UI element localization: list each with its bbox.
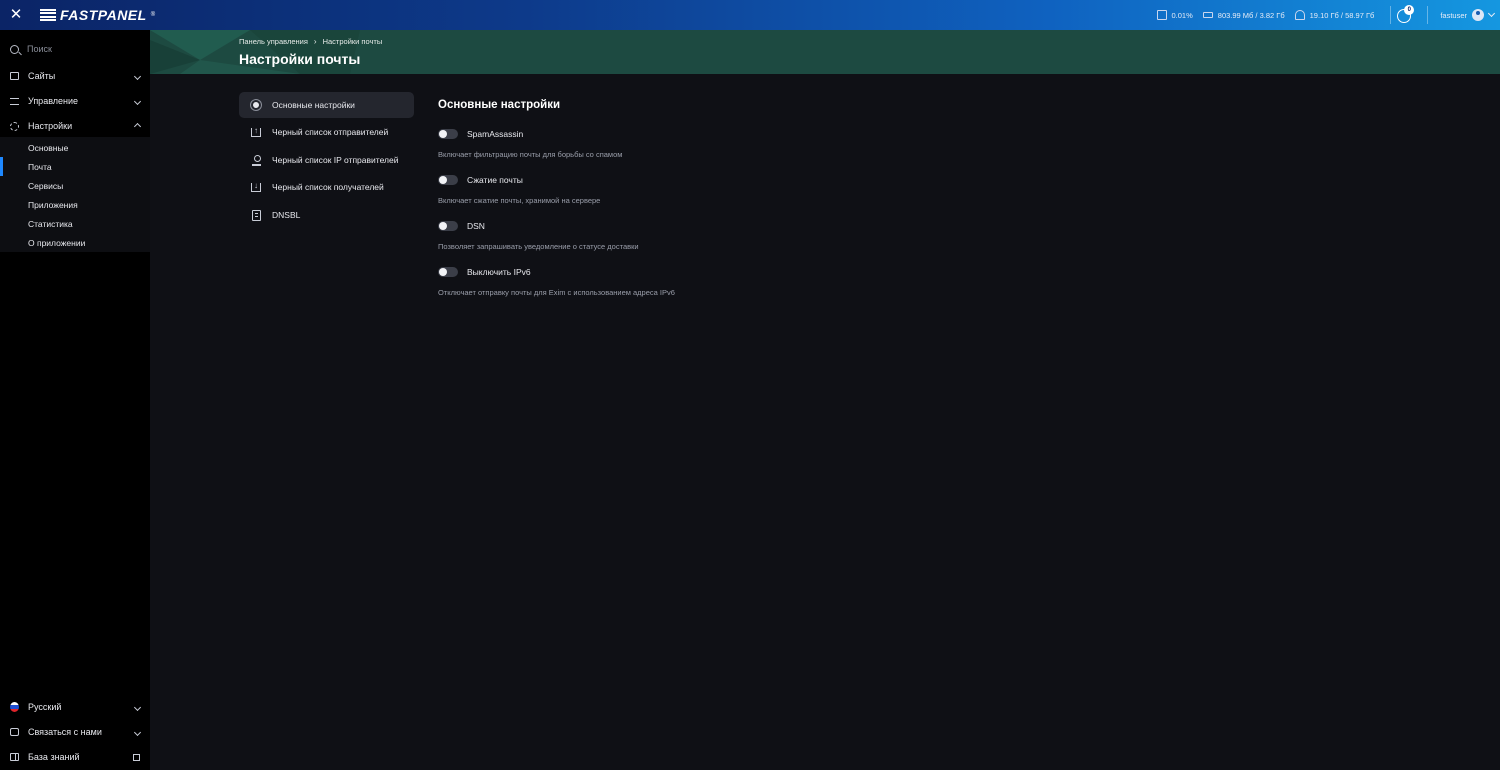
avatar <box>1472 9 1484 21</box>
language-label: Русский <box>28 702 62 712</box>
search-input[interactable] <box>27 44 127 54</box>
sidebar-subitem-basic[interactable]: Основные <box>0 138 150 157</box>
username: fastuser <box>1440 10 1467 20</box>
list-icon <box>251 209 261 221</box>
cpu-value: 0.01% <box>1171 10 1193 20</box>
server-stats: 0.01% 803.99 Мб / 3.82 Гб 19.10 Гб / 58.… <box>1156 0 1500 30</box>
disk-stat: 19.10 Гб / 58.97 Гб <box>1294 10 1375 20</box>
chevron-down-icon <box>1487 9 1496 18</box>
breadcrumb-item-current: Настройки почты <box>322 37 383 46</box>
notifications-button[interactable]: 0 <box>1397 5 1415 23</box>
memory-stat: 803.99 Мб / 3.82 Гб <box>1202 10 1285 20</box>
chevron-down-icon <box>133 728 142 737</box>
user-menu[interactable]: fastuser <box>1440 9 1496 21</box>
russian-flag-icon <box>10 702 19 712</box>
cpu-icon <box>1156 10 1167 20</box>
sidebar-subitem-mail[interactable]: Почта <box>0 157 150 176</box>
chat-icon <box>10 728 19 736</box>
divider <box>1390 6 1392 24</box>
search-icon <box>10 44 19 54</box>
setting-dsn: DSN Позволяет запрашивать уведомление о … <box>438 219 1038 251</box>
menu-item-sender-blacklist[interactable]: ↑ Черный список отправителей <box>239 119 414 145</box>
circle-dot-icon <box>253 102 259 108</box>
gear-icon <box>10 121 19 131</box>
page-header: Панель управления › Настройки почты Наст… <box>150 30 1500 74</box>
sidebar-subitem-services[interactable]: Сервисы <box>0 176 150 195</box>
sidebar-item-label: Сайты <box>28 71 56 81</box>
ip-pin-icon <box>251 154 261 166</box>
menu-item-ip-blacklist[interactable]: Черный список IP отправителей <box>239 147 414 173</box>
breadcrumb-separator-icon: › <box>313 37 317 46</box>
sidebar-item-management[interactable]: Управление <box>0 90 150 112</box>
menu-item-dnsbl[interactable]: DNSBL <box>239 202 414 228</box>
divider <box>1427 6 1429 24</box>
memory-icon <box>1202 12 1213 18</box>
setting-label: DSN <box>467 221 485 231</box>
setting-mail-compression: Сжатие почты Включает сжатие почты, хран… <box>438 173 1038 205</box>
knowledge-base-label: База знаний <box>28 752 80 762</box>
download-icon: ↓ <box>251 181 261 192</box>
breadcrumb: Панель управления › Настройки почты <box>239 37 382 46</box>
setting-description: Позволяет запрашивать уведомление о стат… <box>438 242 639 251</box>
language-selector[interactable]: Русский <box>0 696 150 718</box>
mail-compression-toggle[interactable] <box>438 175 458 185</box>
logo[interactable]: FASTPANEL ® <box>40 6 155 24</box>
menu-item-label: Основные настройки <box>272 100 355 110</box>
knowledge-base-link[interactable]: База знаний <box>0 746 150 768</box>
upload-icon: ↑ <box>251 126 261 137</box>
close-icon[interactable]: ✕ <box>8 7 24 23</box>
disk-value: 19.10 Гб / 58.97 Гб <box>1309 10 1375 20</box>
logo-mark-icon <box>40 9 56 21</box>
top-bar: ✕ FASTPANEL ® 0.01% 803.99 Мб / 3.82 Гб … <box>0 0 1500 30</box>
menu-item-label: DNSBL <box>272 210 301 220</box>
sidebar-item-settings[interactable]: Настройки <box>0 115 150 137</box>
page-title: Настройки почты <box>239 51 361 67</box>
dsn-toggle[interactable] <box>438 221 458 231</box>
chevron-down-icon <box>133 703 142 712</box>
chevron-down-icon <box>133 72 142 81</box>
sidebar: Сайты Управление Настройки Основные Почт… <box>0 30 150 770</box>
setting-disable-ipv6: Выключить IPv6 Отключает отправку почты … <box>438 265 1038 297</box>
contact-label: Связаться с нами <box>28 727 102 737</box>
window-icon <box>10 72 19 80</box>
sidebar-item-label: Управление <box>28 96 79 106</box>
sidebar-subitem-statistics[interactable]: Статистика <box>0 214 150 233</box>
chevron-up-icon <box>133 122 142 131</box>
sidebar-item-label: Настройки <box>28 121 73 131</box>
book-icon <box>10 753 19 761</box>
sidebar-subitem-applications[interactable]: Приложения <box>0 195 150 214</box>
setting-spamassassin: SpamAssassin Включает фильтрацию почты д… <box>438 127 1038 159</box>
cpu-stat: 0.01% <box>1156 10 1193 20</box>
setting-description: Включает фильтрацию почты для борьбы со … <box>438 150 623 159</box>
logo-registered-mark: ® <box>150 12 156 18</box>
setting-description: Включает сжатие почты, хранимой на серве… <box>438 196 601 205</box>
external-link-icon <box>133 753 140 761</box>
menu-item-label: Черный список получателей <box>272 182 384 192</box>
section-title: Основные настройки <box>438 99 561 111</box>
notifications-badge: 0 <box>1404 5 1415 15</box>
settings-submenu: Основные Почта Сервисы Приложения Статис… <box>0 137 150 252</box>
spamassassin-toggle[interactable] <box>438 129 458 139</box>
chevron-down-icon <box>133 97 142 106</box>
breadcrumb-item-control-panel[interactable]: Панель управления <box>239 37 308 46</box>
setting-label: Выключить IPv6 <box>467 267 531 277</box>
menu-item-label: Черный список отправителей <box>272 127 389 137</box>
contact-us-item[interactable]: Связаться с нами <box>0 721 150 743</box>
setting-description: Отключает отправку почты для Exim с испо… <box>438 288 675 297</box>
setting-label: Сжатие почты <box>467 175 523 185</box>
menu-item-recipient-blacklist[interactable]: ↓ Черный список получателей <box>239 174 414 200</box>
menu-item-label: Черный список IP отправителей <box>272 155 399 165</box>
sliders-icon <box>10 97 19 105</box>
setting-label: SpamAssassin <box>467 129 524 139</box>
sidebar-item-sites[interactable]: Сайты <box>0 65 150 87</box>
sidebar-subitem-about[interactable]: О приложении <box>0 233 150 252</box>
disk-icon <box>1294 10 1305 20</box>
logo-text: FASTPANEL <box>60 7 147 23</box>
memory-value: 803.99 Мб / 3.82 Гб <box>1217 10 1285 20</box>
disable-ipv6-toggle[interactable] <box>438 267 458 277</box>
menu-item-basic-settings[interactable]: Основные настройки <box>239 92 414 118</box>
search-box <box>0 40 150 58</box>
